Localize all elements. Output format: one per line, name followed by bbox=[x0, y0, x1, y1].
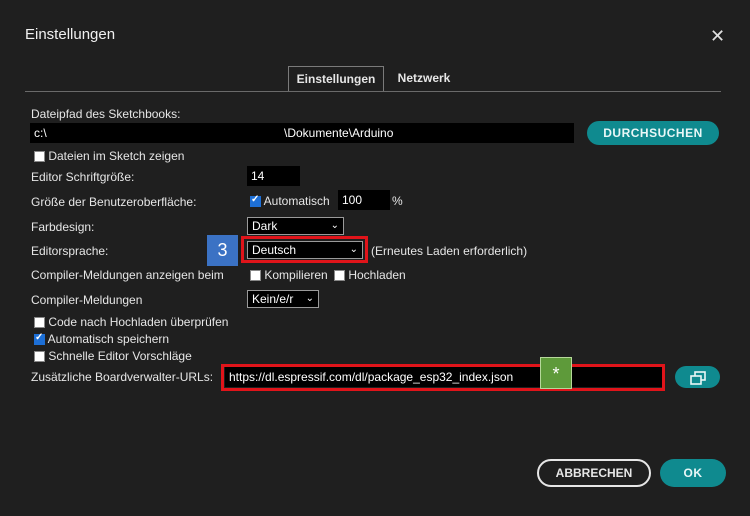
quick-suggestions-row: Schnelle Editor Vorschläge bbox=[34, 349, 192, 363]
tab-netzwerk[interactable]: Netzwerk bbox=[392, 66, 456, 92]
language-select-value: Deutsch bbox=[252, 243, 297, 257]
verify-row: Code nach Hochladen überprüfen bbox=[34, 315, 228, 329]
close-icon[interactable]: ✕ bbox=[710, 26, 725, 46]
board-urls-label: Zusätzliche Boardverwalter-URLs: bbox=[31, 370, 214, 384]
browse-button[interactable]: DURCHSUCHEN bbox=[587, 121, 719, 145]
ok-button[interactable]: OK bbox=[660, 459, 726, 487]
sketchbook-path-field[interactable]: c:\ \Dokumente\Arduino bbox=[30, 123, 574, 143]
font-size-input[interactable]: 14 bbox=[247, 166, 300, 186]
theme-label: Farbdesign: bbox=[31, 220, 95, 234]
sketchbook-path-suffix: \Dokumente\Arduino bbox=[284, 126, 394, 140]
compiler-warnings-label: Compiler-Meldungen anzeigen beim bbox=[31, 268, 224, 282]
tab-divider bbox=[25, 91, 721, 92]
step-badge: 3 bbox=[207, 235, 238, 266]
dialog-title: Einstellungen bbox=[25, 26, 116, 43]
show-files-checkbox[interactable] bbox=[34, 151, 45, 163]
autosave-label: Automatisch speichern bbox=[47, 332, 170, 346]
compile-row: Kompilieren bbox=[250, 268, 328, 282]
ui-scale-label: Größe der Benutzeroberfläche: bbox=[31, 195, 197, 209]
language-select[interactable]: Deutsch ⌄ bbox=[247, 241, 363, 259]
ui-scale-unit: % bbox=[392, 194, 403, 208]
upload-label: Hochladen bbox=[348, 268, 406, 282]
language-label: Editorsprache: bbox=[31, 244, 109, 258]
sketchbook-path-label: Dateipfad des Sketchbooks: bbox=[31, 107, 181, 121]
window-restore-icon bbox=[689, 371, 706, 385]
upload-checkbox[interactable] bbox=[334, 270, 345, 282]
font-size-label: Editor Schriftgröße: bbox=[31, 170, 135, 184]
ui-scale-input[interactable]: 100 bbox=[338, 190, 390, 210]
chevron-down-icon: ⌄ bbox=[349, 244, 358, 255]
ui-scale-auto-label: Automatisch bbox=[263, 194, 330, 208]
autosave-row: Automatisch speichern bbox=[34, 332, 169, 346]
show-files-label: Dateien im Sketch zeigen bbox=[48, 149, 185, 163]
board-urls-highlight-box bbox=[221, 364, 665, 391]
compiler-messages-select[interactable]: Kein/e/r ⌄ bbox=[247, 290, 319, 308]
upload-row: Hochladen bbox=[334, 268, 406, 282]
compile-label: Kompilieren bbox=[264, 268, 328, 282]
theme-select[interactable]: Dark ⌄ bbox=[247, 217, 344, 235]
open-urls-editor-button[interactable] bbox=[675, 366, 720, 388]
star-badge: * bbox=[540, 357, 572, 389]
compiler-messages-label: Compiler-Meldungen bbox=[31, 293, 143, 307]
language-note: (Erneutes Laden erforderlich) bbox=[371, 244, 528, 258]
show-files-row: Dateien im Sketch zeigen bbox=[34, 149, 184, 163]
ui-scale-auto-row: Automatisch bbox=[250, 194, 330, 208]
compile-checkbox[interactable] bbox=[250, 270, 261, 282]
chevron-down-icon: ⌄ bbox=[305, 293, 314, 304]
verify-label: Code nach Hochladen überprüfen bbox=[48, 315, 229, 329]
autosave-checkbox[interactable] bbox=[34, 332, 45, 346]
theme-select-value: Dark bbox=[252, 219, 278, 233]
chevron-down-icon: ⌄ bbox=[330, 220, 339, 231]
verify-checkbox[interactable] bbox=[34, 317, 45, 329]
cancel-button[interactable]: ABBRECHEN bbox=[537, 459, 651, 487]
compiler-messages-value: Kein/e/r bbox=[252, 292, 294, 306]
ui-scale-auto-checkbox[interactable] bbox=[250, 194, 261, 208]
quick-suggestions-label: Schnelle Editor Vorschläge bbox=[48, 349, 192, 363]
sketchbook-path-prefix: c:\ bbox=[34, 126, 47, 140]
tab-einstellungen[interactable]: Einstellungen bbox=[288, 66, 384, 92]
quick-suggestions-checkbox[interactable] bbox=[34, 351, 45, 363]
